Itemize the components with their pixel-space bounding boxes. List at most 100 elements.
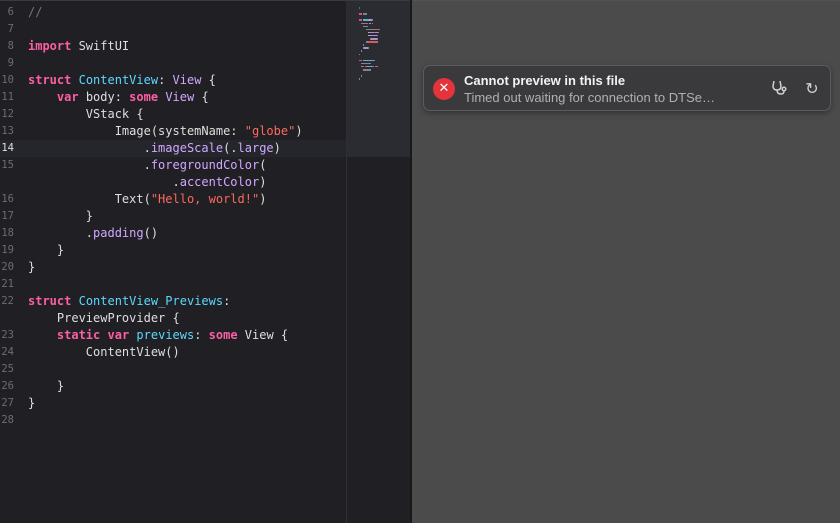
minimap-token [359, 53, 360, 55]
code-token: ContentView() [28, 345, 180, 359]
minimap-token [368, 41, 377, 43]
line-code: .accentColor) [28, 174, 266, 191]
line-code: } [28, 395, 35, 412]
diagnostics-button[interactable] [769, 79, 789, 99]
code-token: SwiftUI [71, 39, 130, 53]
minimap-viewport[interactable] [347, 1, 410, 157]
line-number: 25 [1, 363, 14, 375]
line-code: } [28, 378, 64, 395]
line-code: .foregroundColor( [28, 157, 267, 174]
code-token: var [56, 90, 79, 104]
refresh-button[interactable]: ↻ [802, 79, 822, 99]
banner-title: Cannot preview in this file [464, 73, 626, 88]
minimap-token [372, 19, 373, 21]
code-token: struct [28, 73, 72, 87]
code-token: body: [78, 90, 130, 104]
line-number: 17 [1, 210, 14, 222]
code-token: PreviewProvider { [28, 311, 180, 325]
code-token: ) [259, 192, 267, 206]
minimap-token [378, 28, 380, 31]
minimap-token [374, 65, 379, 68]
code-token: View { [237, 328, 289, 342]
minimap-token [361, 50, 362, 52]
code-editor[interactable]: 6 // 7 8 import SwiftUI 9 10 struct ContentView… [0, 0, 410, 523]
minimap-token [363, 69, 371, 71]
line-code: struct ContentView: View { [28, 72, 216, 89]
refresh-icon: ↻ [805, 79, 819, 98]
minimap-token [373, 59, 375, 62]
line-number: 9 [7, 57, 14, 69]
minimap-token [365, 28, 375, 31]
line-code: struct ContentView_Previews: [28, 293, 230, 310]
xmark-circle-icon: ✕ [433, 78, 455, 100]
banner-subtitle: Timed out waiting for connection to DTSe… [464, 90, 715, 105]
line-number: 22 [1, 295, 14, 307]
code-token: import [28, 39, 72, 53]
line-number: 16 [1, 193, 14, 205]
code-token: var [107, 328, 130, 342]
minimap-token [359, 19, 363, 21]
code-token: some [129, 90, 159, 104]
code-token: imageScale [150, 141, 224, 155]
line-code: Text("Hello, world!") [28, 191, 267, 208]
code-token: "globe" [244, 124, 296, 138]
line-code: .padding() [28, 225, 158, 242]
line-code: VStack { [28, 106, 144, 123]
code-token: } [28, 396, 36, 410]
line-code: // [28, 4, 42, 21]
line-code: var body: some View { [28, 89, 209, 106]
line-number: 13 [1, 125, 14, 137]
line-code: static var previews: some View { [28, 327, 288, 344]
minimap-token [368, 34, 377, 37]
code-token: foregroundColor [150, 158, 260, 172]
code-token: ContentView [78, 73, 159, 87]
code-token: View [165, 90, 195, 104]
minimap[interactable] [346, 0, 410, 523]
line-number: 11 [1, 91, 14, 103]
code-token: padding [93, 226, 144, 240]
line-number: 19 [1, 244, 14, 256]
line-number: 23 [1, 329, 14, 341]
line-number: 18 [1, 227, 14, 239]
code-token: : [158, 73, 173, 87]
code-token: ContentView_Previews [78, 294, 224, 308]
code-token: : [223, 294, 231, 308]
code-token: } [28, 209, 94, 223]
code-token: some [208, 328, 238, 342]
code-token: View [172, 73, 202, 87]
code-token: () [143, 226, 159, 240]
code-token: large [237, 141, 274, 155]
preview-error-banner: ✕ Cannot preview in this file Timed out … [423, 65, 831, 111]
line-number: 26 [1, 380, 14, 392]
line-number: 27 [1, 397, 14, 409]
line-code: import SwiftUI [28, 38, 129, 55]
line-number: 15 [1, 159, 14, 171]
line-number: 28 [1, 414, 14, 426]
minimap-token [367, 47, 369, 49]
code-token: { [194, 90, 209, 104]
stethoscope-icon [772, 80, 787, 95]
code-token: // [28, 5, 43, 19]
minimap-token [361, 65, 365, 68]
code-token: ( [259, 158, 267, 172]
code-token: { [201, 73, 216, 87]
code-token: "Hello, world!" [150, 192, 260, 206]
minimap-token [361, 62, 371, 65]
code-token: previews [136, 328, 195, 342]
line-code: .imageScale(.large) [28, 140, 281, 157]
code-token: Text( [28, 192, 151, 206]
line-number: 10 [1, 74, 14, 86]
line-number: 24 [1, 346, 14, 358]
minimap-token [361, 75, 362, 77]
minimap-token [371, 22, 373, 24]
code-token: } [28, 260, 36, 274]
line-code: } [28, 242, 64, 259]
code-token: . [28, 141, 151, 155]
code-token: } [28, 243, 65, 257]
code-token: Image(systemName: [28, 124, 245, 138]
